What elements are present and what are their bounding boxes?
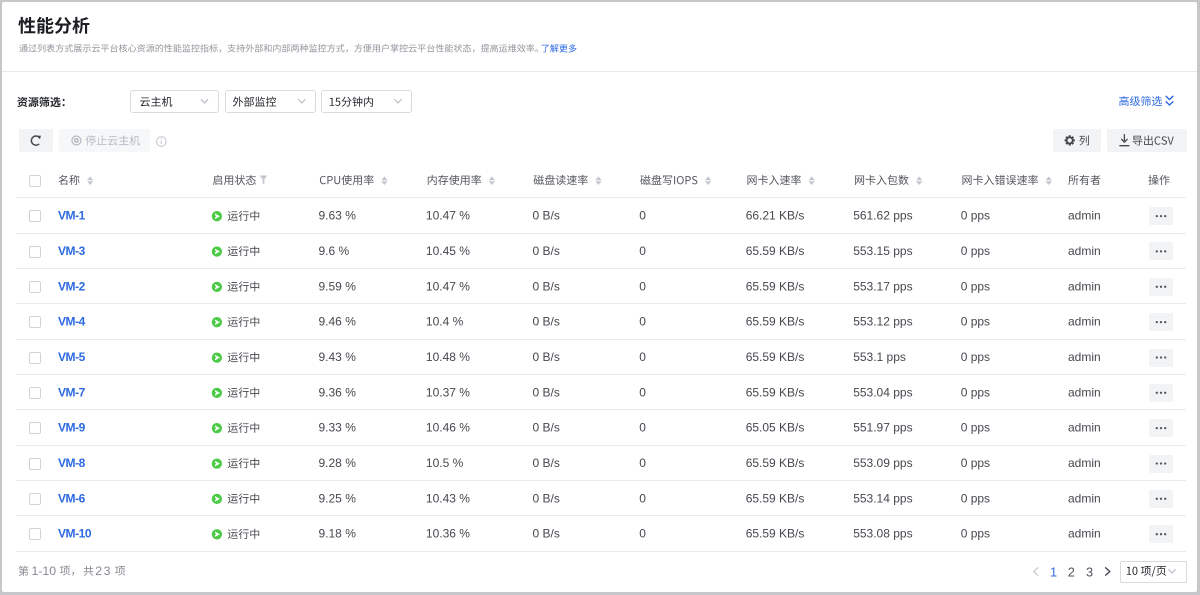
svg-text:9.59 %: 9.59 %	[319, 279, 357, 293]
svg-text:0 pps: 0 pps	[961, 421, 990, 435]
svg-text:65.59 KB/s: 65.59 KB/s	[746, 350, 805, 364]
svg-text:1: 1	[1050, 564, 1057, 579]
svg-text:10.43 %: 10.43 %	[426, 491, 470, 505]
svg-text:VM-4: VM-4	[58, 315, 86, 329]
svg-text:10.4 %: 10.4 %	[426, 315, 464, 329]
svg-text:0 B/s: 0 B/s	[533, 385, 560, 399]
svg-text:553.12 pps: 553.12 pps	[853, 315, 912, 329]
svg-text:10.5 %: 10.5 %	[426, 456, 464, 470]
svg-text:admin: admin	[1068, 350, 1101, 364]
svg-text:0 pps: 0 pps	[961, 385, 990, 399]
svg-text:0 pps: 0 pps	[961, 244, 990, 258]
svg-text:0: 0	[639, 456, 646, 470]
svg-text:admin: admin	[1068, 491, 1101, 505]
svg-text:553.17 pps: 553.17 pps	[853, 279, 912, 293]
svg-text:9.33 %: 9.33 %	[319, 421, 357, 435]
svg-text:0: 0	[639, 350, 646, 364]
svg-text:0 B/s: 0 B/s	[533, 350, 560, 364]
svg-text:0 B/s: 0 B/s	[533, 456, 560, 470]
svg-text:0: 0	[639, 491, 646, 505]
svg-text:2: 2	[1068, 564, 1075, 579]
svg-text:0 pps: 0 pps	[961, 209, 990, 223]
svg-text:10.37 %: 10.37 %	[426, 385, 470, 399]
svg-text:9.36 %: 9.36 %	[319, 385, 357, 399]
svg-text:0: 0	[639, 279, 646, 293]
svg-text:553.08 pps: 553.08 pps	[853, 527, 912, 541]
svg-text:0: 0	[639, 385, 646, 399]
svg-text:9.28 %: 9.28 %	[319, 456, 357, 470]
svg-text:10.47 %: 10.47 %	[426, 279, 470, 293]
svg-text:admin: admin	[1068, 456, 1101, 470]
svg-text:9.18 %: 9.18 %	[319, 527, 357, 541]
svg-text:10.48 %: 10.48 %	[426, 350, 470, 364]
svg-text:65.59 KB/s: 65.59 KB/s	[746, 527, 805, 541]
svg-text:0 pps: 0 pps	[961, 491, 990, 505]
svg-text:65.59 KB/s: 65.59 KB/s	[746, 244, 805, 258]
svg-text:553.15 pps: 553.15 pps	[853, 244, 912, 258]
svg-text:admin: admin	[1068, 385, 1101, 399]
svg-text:3: 3	[1086, 564, 1093, 579]
svg-text:admin: admin	[1068, 244, 1101, 258]
svg-text:0 B/s: 0 B/s	[533, 491, 560, 505]
svg-text:admin: admin	[1068, 421, 1101, 435]
svg-text:10.47 %: 10.47 %	[426, 209, 470, 223]
svg-text:VM-6: VM-6	[58, 491, 86, 505]
svg-text:65.59 KB/s: 65.59 KB/s	[746, 491, 805, 505]
svg-text:VM-7: VM-7	[58, 385, 86, 399]
svg-text:admin: admin	[1068, 209, 1101, 223]
svg-text:0 pps: 0 pps	[961, 350, 990, 364]
svg-text:VM-3: VM-3	[58, 244, 86, 258]
svg-text:65.05 KB/s: 65.05 KB/s	[746, 421, 805, 435]
svg-text:0 B/s: 0 B/s	[533, 421, 560, 435]
svg-text:0 B/s: 0 B/s	[533, 209, 560, 223]
svg-text:23: 23	[95, 564, 112, 578]
svg-text:10.45 %: 10.45 %	[426, 244, 470, 258]
svg-text:VM-10: VM-10	[58, 527, 92, 541]
svg-text:65.59 KB/s: 65.59 KB/s	[746, 456, 805, 470]
svg-text:0: 0	[639, 527, 646, 541]
svg-text:553.1 pps: 553.1 pps	[853, 350, 906, 364]
svg-text:0 pps: 0 pps	[961, 527, 990, 541]
svg-text:66.21 KB/s: 66.21 KB/s	[746, 209, 805, 223]
svg-text:0 B/s: 0 B/s	[533, 527, 560, 541]
svg-text:0 pps: 0 pps	[961, 279, 990, 293]
svg-text:561.62 pps: 561.62 pps	[853, 209, 912, 223]
svg-text:VM-9: VM-9	[58, 421, 86, 435]
svg-text:0 pps: 0 pps	[961, 315, 990, 329]
svg-text:1-10: 1-10	[32, 564, 57, 578]
svg-text:VM-2: VM-2	[58, 279, 86, 293]
svg-text:9.63 %: 9.63 %	[319, 209, 357, 223]
svg-text:0: 0	[639, 421, 646, 435]
svg-text:553.14 pps: 553.14 pps	[853, 491, 912, 505]
svg-text:VM-1: VM-1	[58, 209, 86, 223]
svg-text:0 pps: 0 pps	[961, 456, 990, 470]
svg-text:VM-8: VM-8	[58, 456, 86, 470]
svg-text:VM-5: VM-5	[58, 350, 86, 364]
svg-text:0 B/s: 0 B/s	[533, 315, 560, 329]
svg-text:551.97 pps: 551.97 pps	[853, 421, 912, 435]
svg-text:0: 0	[639, 315, 646, 329]
svg-text:9.43 %: 9.43 %	[319, 350, 357, 364]
svg-text:65.59 KB/s: 65.59 KB/s	[746, 385, 805, 399]
svg-text:9.25 %: 9.25 %	[319, 491, 357, 505]
svg-text:0: 0	[639, 244, 646, 258]
svg-text:65.59 KB/s: 65.59 KB/s	[746, 279, 805, 293]
svg-text:9.46 %: 9.46 %	[319, 315, 357, 329]
svg-text:10.46 %: 10.46 %	[426, 421, 470, 435]
svg-text:10.36 %: 10.36 %	[426, 527, 470, 541]
svg-text:admin: admin	[1068, 279, 1101, 293]
svg-text:65.59 KB/s: 65.59 KB/s	[746, 315, 805, 329]
svg-text:admin: admin	[1068, 527, 1101, 541]
svg-text:0: 0	[639, 209, 646, 223]
svg-text:9.6 %: 9.6 %	[319, 244, 350, 258]
svg-text:0 B/s: 0 B/s	[533, 244, 560, 258]
svg-text:553.09 pps: 553.09 pps	[853, 456, 912, 470]
svg-text:553.04 pps: 553.04 pps	[853, 385, 912, 399]
svg-text:admin: admin	[1068, 315, 1101, 329]
svg-text:0 B/s: 0 B/s	[533, 279, 560, 293]
